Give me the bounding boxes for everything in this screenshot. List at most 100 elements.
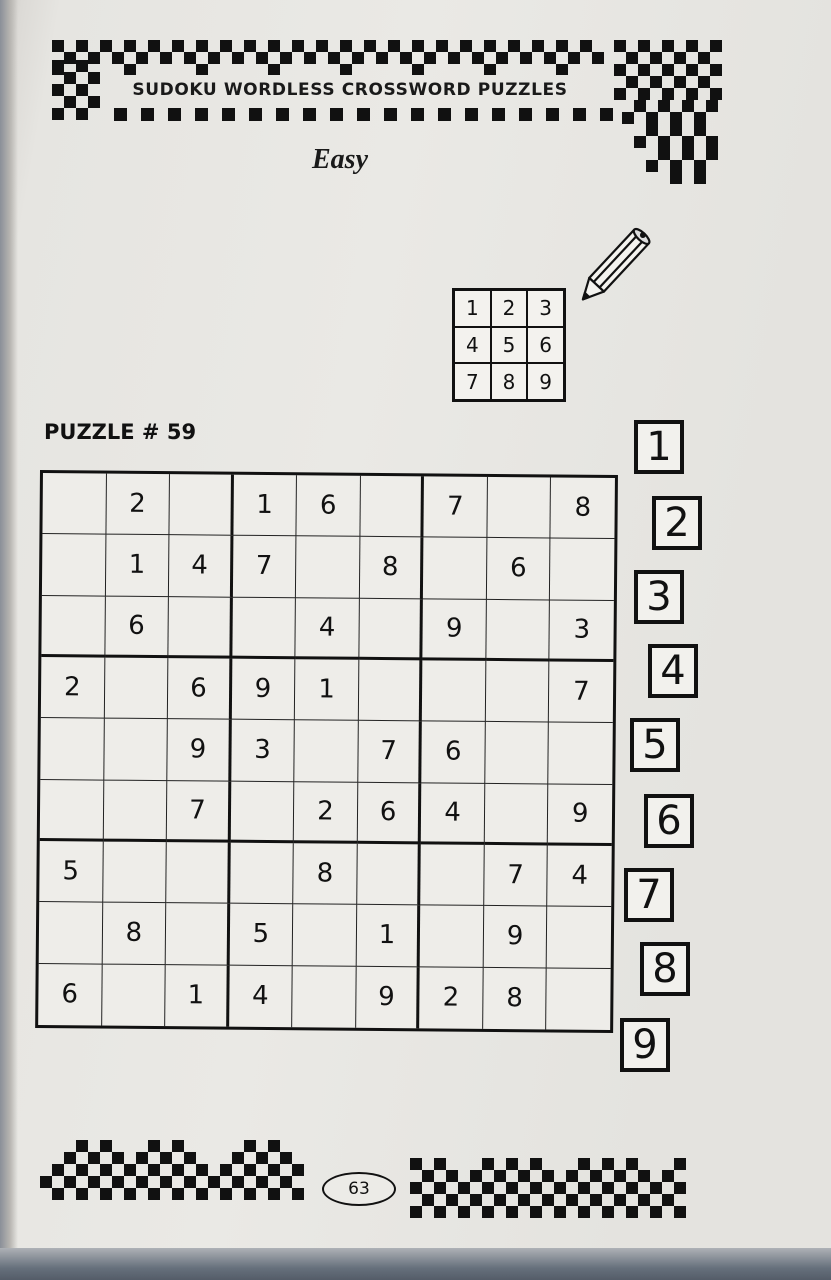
side-digit-box: 9	[620, 1018, 670, 1072]
sudoku-cell: 1	[233, 474, 298, 537]
sudoku-cell	[294, 720, 359, 783]
sudoku-cell	[168, 596, 233, 659]
sudoku-cell	[103, 780, 168, 843]
book-page: SUDOKU WORDLESS CROSSWORD PUZZLES Easy 1…	[0, 0, 831, 1280]
sudoku-cell	[230, 781, 295, 844]
sudoku-cell: 7	[484, 844, 549, 907]
sudoku-cell: 2	[419, 966, 484, 1029]
sudoku-cell: 4	[421, 782, 486, 845]
sudoku-cell	[547, 906, 612, 969]
sudoku-cell	[358, 659, 423, 722]
sudoku-cell: 6	[167, 658, 233, 721]
sudoku-cell	[487, 476, 552, 539]
sudoku-cell	[550, 538, 615, 601]
side-digit-box: 4	[648, 644, 698, 698]
sudoku-cell	[41, 534, 106, 597]
sudoku-cell: 9	[483, 906, 548, 969]
sudoku-cell: 6	[104, 596, 170, 659]
sudoku-cell: 7	[549, 661, 614, 724]
sudoku-cell: 4	[169, 535, 234, 598]
side-digit-column: 1 2 3 4 5 6 7 8 9	[620, 420, 720, 1100]
sudoku-cell	[42, 473, 107, 535]
sudoku-cell: 2	[40, 657, 105, 719]
side-digit-box: 5	[630, 718, 680, 772]
sudoku-cell: 1	[105, 534, 170, 597]
sudoku-cell: 3	[549, 600, 614, 662]
sudoku-cell	[547, 968, 611, 1030]
sudoku-cell	[292, 965, 357, 1028]
sudoku-cell	[40, 718, 105, 781]
table-surface	[0, 1248, 831, 1280]
sudoku-cell: 6	[296, 475, 361, 538]
sudoku-cell	[296, 536, 361, 599]
sudoku-cell: 8	[102, 902, 167, 965]
header-checker-dashes	[100, 108, 620, 122]
book-spine-shadow	[0, 0, 18, 1280]
sudoku-cell: 7	[358, 721, 423, 783]
sudoku-cell: 7	[166, 780, 231, 843]
sudoku-cell: 8	[293, 843, 358, 906]
sudoku-cell	[548, 722, 613, 785]
sudoku-cell	[166, 842, 231, 905]
example-digit: 4	[454, 326, 491, 364]
sudoku-cell: 6	[38, 963, 103, 1026]
sudoku-cell: 9	[548, 784, 613, 846]
sudoku-cell	[102, 841, 167, 904]
sudoku-cell: 5	[39, 840, 104, 903]
sudoku-cell: 6	[421, 721, 486, 784]
pencil-icon	[581, 227, 651, 301]
sudoku-cell	[359, 598, 424, 661]
sudoku-cell: 9	[355, 966, 421, 1029]
footer-checker-left	[40, 1128, 320, 1204]
sudoku-cell: 9	[231, 658, 296, 721]
sudoku-cell: 1	[295, 659, 360, 722]
sudoku-cell	[229, 842, 294, 905]
example-digit: 9	[527, 363, 564, 400]
sudoku-cell: 5	[229, 904, 294, 966]
header-checker-right	[600, 40, 722, 192]
sudoku-grid: 2167814786649326917937672649587485196149…	[35, 470, 618, 1034]
sudoku-cell	[420, 844, 485, 907]
header-checker-left	[52, 60, 100, 120]
sudoku-cell	[485, 722, 550, 785]
sudoku-cell: 9	[422, 599, 487, 661]
sudoku-cell	[165, 903, 230, 966]
sudoku-cell	[38, 902, 103, 965]
sudoku-cell: 1	[356, 905, 421, 967]
example-digit: 6	[527, 326, 564, 364]
side-digit-box: 8	[640, 942, 690, 996]
sudoku-cell	[104, 657, 169, 720]
side-digit-box: 3	[634, 570, 684, 624]
sudoku-cell: 7	[232, 536, 297, 598]
example-digit: 5	[490, 326, 528, 364]
example-digit-grid: 1 2 3 4 5 6 7 8 9	[452, 288, 566, 402]
sudoku-cell	[420, 905, 485, 968]
sudoku-cell: 6	[486, 538, 551, 601]
sudoku-cell: 2	[105, 473, 171, 536]
sudoku-cell	[422, 660, 487, 723]
side-digit-box: 6	[644, 794, 694, 848]
sudoku-cell	[356, 843, 422, 906]
sudoku-cell	[360, 475, 425, 538]
sudoku-cell	[485, 660, 550, 723]
side-digit-box: 2	[652, 496, 702, 550]
sudoku-cell	[101, 964, 166, 1027]
example-digit: 3	[527, 290, 564, 327]
example-digit: 2	[490, 290, 528, 327]
example-digit: 8	[490, 363, 528, 400]
sudoku-cell: 4	[295, 597, 360, 660]
page-number: 63	[322, 1172, 396, 1206]
sudoku-cell	[484, 783, 549, 846]
sudoku-cell: 4	[547, 845, 612, 908]
side-digit-box: 1	[634, 420, 684, 474]
sudoku-cell	[232, 597, 297, 660]
example-digit: 7	[454, 363, 491, 400]
sudoku-cell	[486, 599, 551, 662]
sudoku-cell: 6	[357, 782, 422, 845]
example-digit: 1	[454, 290, 491, 327]
difficulty-label: Easy	[312, 144, 368, 175]
sudoku-cell: 8	[550, 477, 615, 540]
sudoku-cell: 8	[483, 967, 548, 1030]
sudoku-cell: 3	[230, 720, 296, 782]
sudoku-cell	[292, 904, 357, 967]
